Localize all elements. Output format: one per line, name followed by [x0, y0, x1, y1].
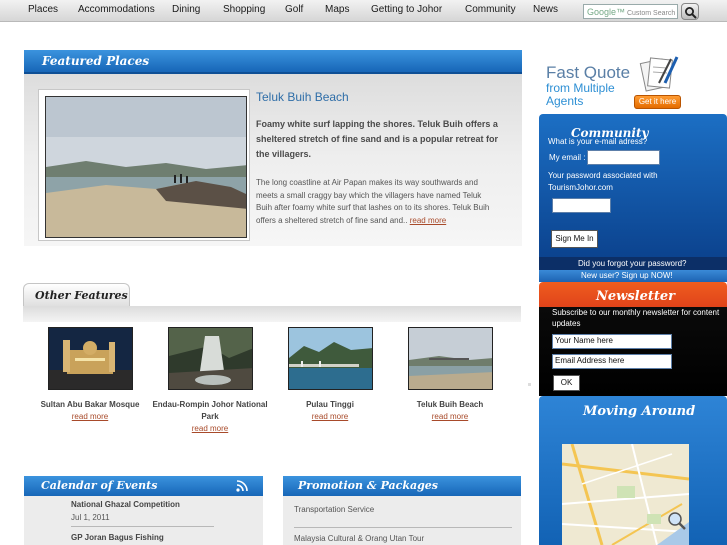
nav-item-golf[interactable]: Golf — [285, 4, 303, 15]
feature-card: Pulau Tinggi read more — [271, 327, 389, 423]
feature-thumb[interactable] — [47, 327, 133, 390]
signup-link[interactable]: New user? Sign up NOW! — [581, 271, 673, 280]
promotion-item[interactable]: Malaysia Cultural & Orang Utan Tour — [294, 534, 424, 543]
search-icon — [685, 7, 697, 19]
featured-photo-frame — [38, 89, 250, 241]
email-field[interactable] — [587, 150, 660, 165]
nav-item-accommodations[interactable]: Accommodations — [78, 4, 155, 15]
event-title[interactable]: National Ghazal Competition — [71, 500, 180, 509]
feature-read-more-link[interactable]: read more — [151, 423, 269, 435]
promotion-heading: Promotion & Packages — [298, 479, 438, 492]
calendar-header: Calendar of Events — [24, 476, 263, 496]
sign-in-button[interactable]: Sign Me In — [551, 230, 598, 248]
promotion-divider — [294, 527, 512, 528]
nav-item-places[interactable]: Places — [28, 4, 58, 15]
promotion-item[interactable]: Transportation Service — [294, 505, 374, 514]
island-photo — [288, 328, 372, 389]
feature-name: Pulau Tinggi — [306, 400, 354, 409]
other-features-strip — [23, 306, 521, 322]
featured-heading: Featured Places — [42, 54, 150, 68]
forgot-password-link[interactable]: Did you forgot your password? — [578, 259, 687, 268]
quote-icon — [639, 56, 679, 92]
feature-card: Sultan Abu Bakar Mosque read more — [31, 327, 149, 423]
search-input[interactable]: Google™ Custom Search — [583, 4, 678, 19]
nav-item-shopping[interactable]: Shopping — [223, 4, 265, 15]
beach-photo — [46, 97, 246, 237]
newsletter-ok-button[interactable]: OK — [553, 375, 580, 391]
site-name: TourismJohor.com — [548, 183, 613, 192]
waterfall-photo — [168, 328, 252, 389]
search-brand: Google™ — [587, 7, 626, 17]
feature-read-more-link[interactable]: read more — [271, 411, 389, 423]
get-it-here-button[interactable]: Get it here — [634, 95, 681, 109]
featured-body: The long coastline at Air Papan makes it… — [256, 177, 494, 227]
feature-name: Teluk Buih Beach — [416, 400, 484, 409]
featured-photo[interactable] — [45, 96, 247, 238]
featured-header: Featured Places — [24, 50, 522, 74]
fast-quote-subtitle: from Multiple Agents — [546, 81, 615, 108]
promotion-header: Promotion & Packages — [283, 476, 521, 496]
top-nav: Places Accommodations Dining Shopping Go… — [0, 0, 727, 22]
feature-name: Endau-Rompin Johor National Park — [152, 400, 268, 421]
feature-thumb[interactable] — [167, 327, 253, 390]
moving-around-heading: Moving Around — [583, 404, 696, 419]
page: { "nav": { "items": ["Places", "Accommod… — [0, 0, 727, 545]
feature-card: Endau-Rompin Johor National Park read mo… — [151, 327, 269, 435]
nav-item-community[interactable]: Community — [465, 4, 516, 15]
community-prompt: What is your e-mail adress? — [548, 137, 648, 146]
feature-read-more-link[interactable]: read more — [31, 411, 149, 423]
divider-dot — [528, 383, 531, 386]
search-button[interactable] — [681, 3, 699, 20]
newsletter-name-field[interactable]: Your Name here — [552, 334, 672, 349]
zoom-icon[interactable] — [667, 511, 687, 531]
featured-title[interactable]: Teluk Buih Beach — [256, 90, 349, 104]
password-field[interactable] — [552, 198, 611, 213]
featured-body-text: The long coastline at Air Papan makes it… — [256, 178, 490, 225]
beach-thumb-photo — [408, 328, 492, 389]
newsletter-email-field[interactable]: Email Address here — [552, 354, 672, 369]
calendar-heading: Calendar of Events — [41, 479, 158, 492]
feature-read-more-link[interactable]: read more — [391, 411, 509, 423]
nav-item-maps[interactable]: Maps — [325, 4, 349, 15]
newsletter-text: Subscribe to our monthly newsletter for … — [552, 308, 720, 328]
nav-item-dining[interactable]: Dining — [172, 4, 200, 15]
newsletter-heading: Newsletter — [596, 289, 676, 304]
password-note: Your password associated with — [548, 171, 658, 180]
city-map[interactable] — [562, 444, 689, 545]
event-title[interactable]: GP Joran Bagus Fishing — [71, 533, 164, 542]
feature-card: Teluk Buih Beach read more — [391, 327, 509, 423]
featured-lead: Foamy white surf lapping the shores. Tel… — [256, 119, 499, 159]
event-date: Jul 1, 2011 — [71, 513, 110, 522]
featured-read-more-link[interactable]: read more — [410, 216, 446, 225]
other-features-tab: Other Features — [23, 283, 130, 307]
feature-thumb[interactable] — [287, 327, 373, 390]
feature-name: Sultan Abu Bakar Mosque — [40, 400, 140, 409]
nav-item-getting-to-johor[interactable]: Getting to Johor — [371, 4, 442, 15]
rss-icon[interactable] — [236, 480, 248, 492]
fast-quote-title: Fast Quote — [546, 63, 631, 82]
feature-thumb[interactable] — [407, 327, 493, 390]
nav-item-news[interactable]: News — [533, 4, 558, 15]
mosque-photo — [48, 328, 132, 389]
search-placeholder: Custom Search — [626, 10, 676, 17]
email-label: My email : — [549, 153, 586, 162]
other-features-heading: Other Features — [35, 289, 128, 302]
event-divider — [71, 526, 214, 527]
